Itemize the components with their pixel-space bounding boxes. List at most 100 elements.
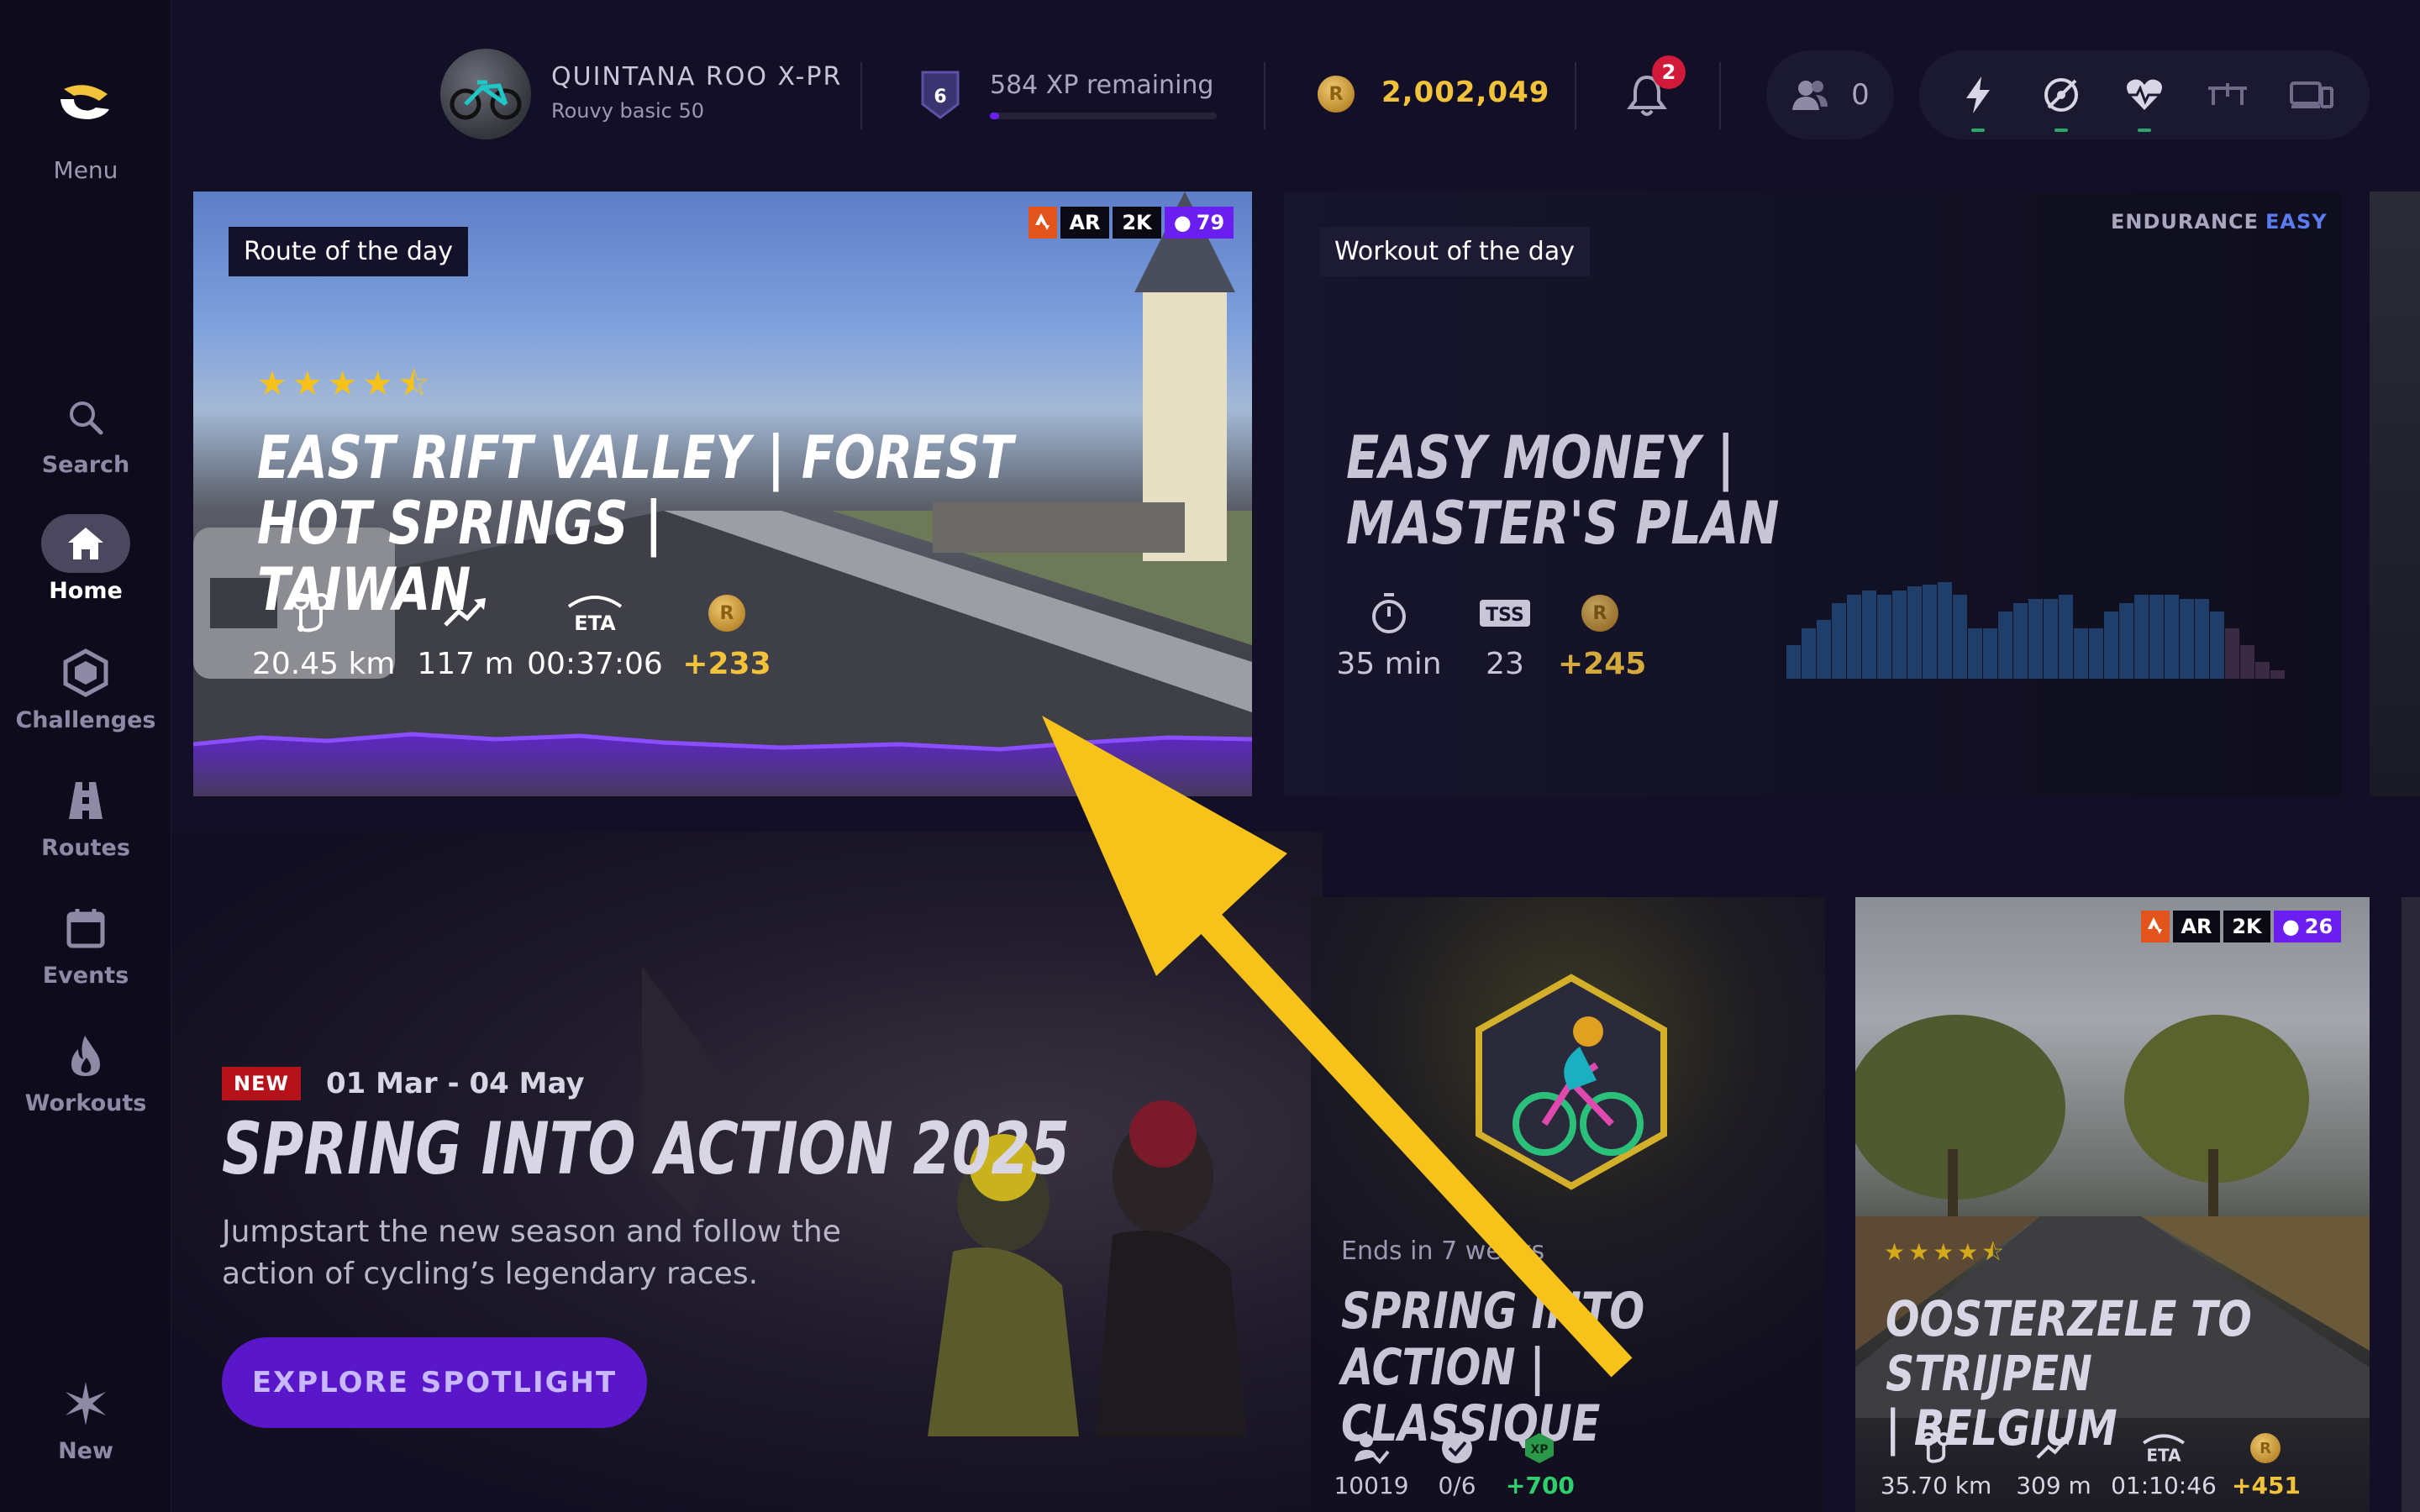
bike-avatar[interactable] (440, 49, 531, 139)
sidebar-item-home[interactable]: Home (0, 514, 171, 604)
heart-rate-icon (2126, 79, 2162, 110)
timer-icon (1334, 591, 1444, 635)
sidebar-item-search[interactable]: Search (0, 388, 171, 478)
intensity-bar (2089, 628, 2103, 679)
intensity-bar (1862, 591, 1876, 679)
challenge-xp: +700 (1506, 1472, 1575, 1499)
sidebar: Menu Search Home Challenges Routes Event… (0, 0, 171, 1512)
svg-text:TSS: TSS (1486, 605, 1524, 626)
challenge-badge-image (1476, 974, 1667, 1190)
intensity-bar (1953, 595, 1967, 679)
2k-badge: 2K (1113, 207, 1161, 239)
sensor-connected-indicator (1970, 129, 1985, 132)
sidebar-item-events[interactable]: Events (0, 899, 171, 989)
workout-of-the-day-card[interactable]: Workout of the day ENDURANCE EASY EASY M… (1284, 192, 2341, 796)
xp-remaining: 584 XP remaining (990, 71, 1214, 100)
sensor-power[interactable] (1953, 70, 2003, 132)
route-elevation: 117 m (417, 647, 514, 681)
bike-name[interactable]: QUINTANA ROO X-PR (551, 62, 842, 92)
menu-label[interactable]: Menu (0, 156, 171, 184)
coin-icon: R (2250, 1433, 2281, 1463)
coin-icon: R (1318, 76, 1355, 113)
spotlight-description: Jumpstart the new season and follow the … (222, 1211, 894, 1294)
new-badge: NEW (222, 1067, 301, 1100)
route-coins-stat: R +233 (681, 591, 773, 681)
level-badge[interactable]: 6 (919, 69, 961, 121)
workout-coins-stat: R +245 (1558, 591, 1647, 681)
sidebar-item-routes[interactable]: Routes (0, 771, 171, 861)
sensor-trainer[interactable] (2202, 70, 2253, 120)
sidebar-item-challenges[interactable]: Challenges (0, 643, 171, 733)
workout-of-the-day-tag: Workout of the day (1319, 227, 1590, 276)
level-number: 6 (934, 87, 946, 108)
sidebar-item-label: Home (49, 578, 123, 604)
flame-icon (41, 1026, 130, 1085)
route-card-oosterzele[interactable]: AR 2K ● 26 ★★★★⯪ OOSTERZELE TO STRIJPEN |… (1855, 897, 2370, 1512)
sidebar-item-label: New (58, 1438, 113, 1464)
sensor-connected-indicator (2137, 129, 2151, 132)
rouvy-logo[interactable] (52, 76, 119, 126)
ridden-count-badge: ● 26 (2274, 911, 2341, 942)
route2-eta: 01:10:46 (2111, 1472, 2217, 1499)
road-icon (41, 771, 130, 830)
sensor-devices[interactable] (2286, 70, 2336, 120)
route-distance-stat: 20.45 km (252, 591, 396, 681)
cadence-icon (2044, 78, 2078, 112)
coin-icon: R (708, 595, 745, 632)
sidebar-item-label: Search (41, 452, 130, 478)
svg-text:ETA: ETA (574, 612, 616, 635)
intensity-bar (2013, 603, 2028, 679)
route2-distance: 35.70 km (1880, 1472, 1992, 1499)
svg-text:XP: XP (1530, 1443, 1548, 1457)
calendar-icon (41, 899, 130, 958)
challenge-participants: 10019 (1334, 1472, 1409, 1499)
strava-badge (1028, 207, 1057, 239)
helmet-icon: ● (1173, 211, 1192, 234)
route-elevation-stat: 117 m (413, 591, 518, 681)
intensity-bar (2165, 595, 2179, 679)
coin-balance[interactable]: 2,002,049 (1381, 76, 1549, 109)
route-of-the-day-card[interactable]: Route of the day AR 2K ● 79 ★★★★⯪ EAST RI… (193, 192, 1252, 796)
distance-icon (1879, 1431, 1993, 1465)
intensity-bar (2225, 628, 2239, 679)
challenge-progress: 0/6 (1438, 1472, 1476, 1499)
notification-count-badge: 2 (1652, 55, 1686, 89)
route-eta-stat: ETA 00:37:06 (523, 591, 667, 681)
next-card-peek[interactable] (2370, 192, 2420, 796)
intensity-bar (2119, 603, 2133, 679)
ridden-count-badge: ● 79 (1165, 207, 1234, 239)
challenge-card[interactable]: Ends in 7 weeks SPRING INTO ACTION | CLA… (1311, 897, 1825, 1512)
top-bar: QUINTANA ROO X-PR Rouvy basic 50 6 584 X… (171, 0, 2420, 185)
sidebar-item-label: Challenges (15, 707, 156, 733)
tss-icon: TSS (1467, 591, 1543, 635)
workout-title-line1: EASY MONEY | (1346, 423, 1735, 492)
workout-duration: 35 min (1336, 647, 1442, 681)
helmet-icon: ● (2281, 915, 2300, 938)
route2-distance-stat: 35.70 km (1879, 1431, 1993, 1499)
spotlight-description-line1: Jumpstart the new season and follow the (222, 1215, 841, 1249)
next-card-peek[interactable] (2402, 897, 2420, 1512)
sidebar-item-workouts[interactable]: Workouts (0, 1026, 171, 1116)
friends-button[interactable]: 0 (1766, 50, 1894, 139)
challenge-title-line1: SPRING INTO ACTION | (1341, 1282, 1645, 1398)
workout-coins: +245 (1558, 647, 1647, 681)
sidebar-item-label: Workouts (24, 1090, 147, 1116)
intensity-bar (1923, 585, 1937, 679)
route-distance: 20.45 km (252, 647, 396, 681)
challenge-participants-stat: 10019 (1331, 1431, 1412, 1499)
route2-elevation-stat: 309 m (2012, 1431, 2096, 1499)
eta-icon: ETA (523, 591, 667, 635)
sensor-cadence[interactable] (2036, 70, 2086, 132)
workout-difficulty: EASY (2265, 210, 2328, 234)
intensity-bar (1817, 620, 1831, 679)
trainer-icon (2208, 83, 2248, 105)
friends-count: 0 (1851, 78, 1870, 112)
explore-spotlight-button[interactable]: EXPLORE SPOTLIGHT (222, 1337, 647, 1428)
sensor-connected-indicator (2054, 129, 2068, 132)
workout-duration-stat: 35 min (1334, 591, 1444, 681)
sidebar-item-new[interactable]: New (0, 1374, 171, 1464)
sensor-heart-rate[interactable] (2119, 70, 2170, 132)
sensor-connections[interactable] (1919, 50, 2370, 139)
intensity-bar (1802, 628, 1816, 679)
rating-stars: ★★★★⯪ (1884, 1238, 2007, 1266)
